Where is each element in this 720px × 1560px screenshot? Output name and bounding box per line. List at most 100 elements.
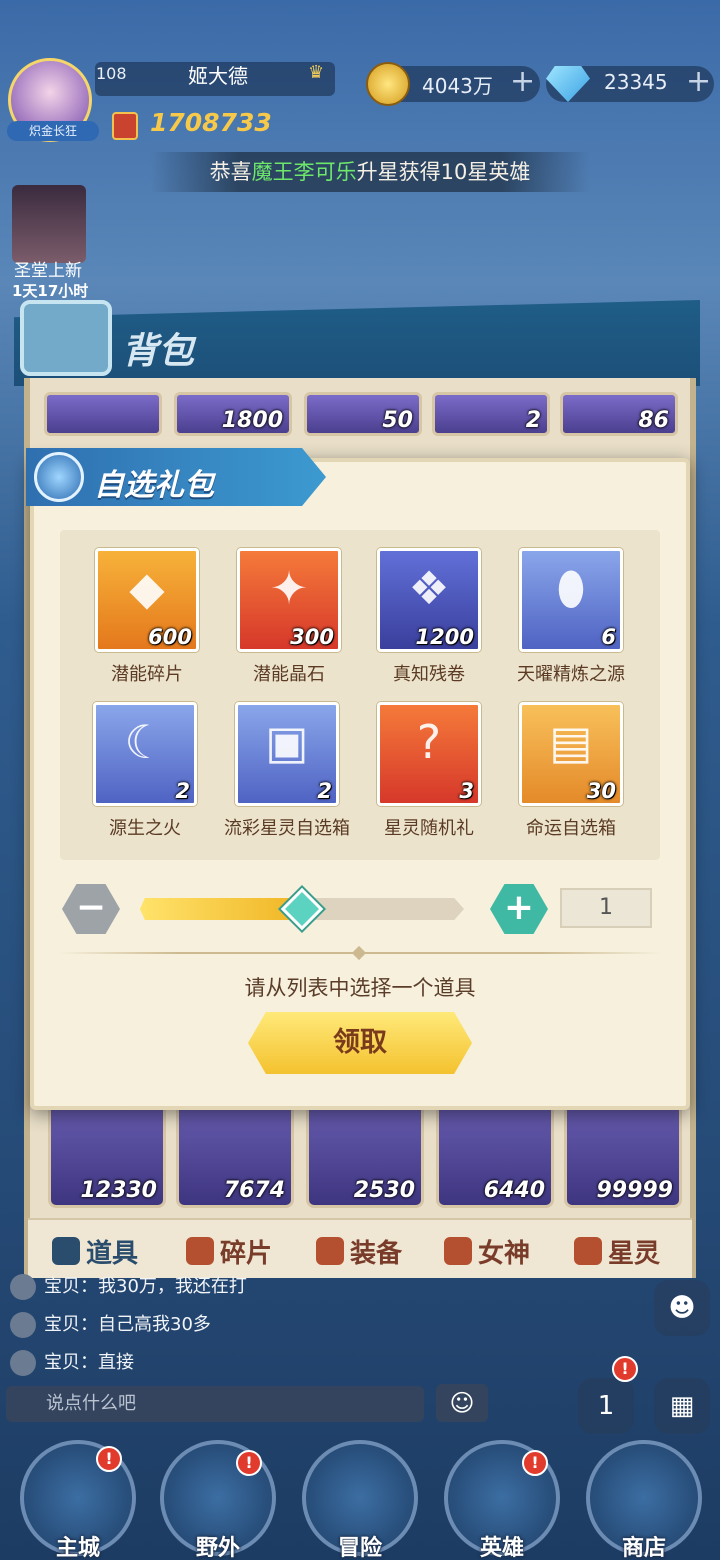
backpack-item[interactable]: 86 xyxy=(560,392,678,436)
friends-button[interactable]: ☻ xyxy=(654,1280,710,1336)
gift-option[interactable]: ▣ 2 流彩星灵自选箱 xyxy=(222,702,352,852)
tab-label: 碎片 xyxy=(220,1238,273,1269)
player-level: 108 xyxy=(96,64,127,83)
backpack-item[interactable]: 50 xyxy=(304,392,422,436)
backpack-item[interactable] xyxy=(44,392,162,436)
gold-amount: 4043万 xyxy=(422,74,493,98)
feather-icon xyxy=(34,452,84,502)
chat-text: 宝贝：我30万，我还在打 xyxy=(44,1276,247,1297)
quantity-field[interactable]: 1 xyxy=(560,888,652,928)
backpack-item[interactable]: 2 xyxy=(432,392,550,436)
nav-wild-label: 野外 xyxy=(195,1536,240,1560)
chat-line: 宝贝：自己高我30多 xyxy=(10,1310,211,1338)
item-count: 2 xyxy=(525,408,541,433)
nav-adventure-label: 冒险 xyxy=(337,1536,382,1560)
claim-button[interactable]: 领取 xyxy=(248,1012,472,1074)
gift-option[interactable]: ❖ 1200 真知残卷 xyxy=(364,548,494,698)
goddess-icon xyxy=(444,1237,472,1265)
nav-hero-badge: ! xyxy=(522,1450,548,1476)
backpack-shortcut-button[interactable]: ▦ xyxy=(654,1378,710,1434)
backpack-header xyxy=(14,300,700,386)
item-name: 潜能晶石 xyxy=(253,664,325,685)
ticker-prefix: 恭喜 xyxy=(209,160,252,184)
props-icon xyxy=(52,1237,80,1265)
backpack-item[interactable]: 99999 xyxy=(564,1094,682,1208)
backpack-item[interactable]: 6440 xyxy=(436,1094,554,1208)
item-name: 星灵随机礼 xyxy=(384,818,474,839)
item-glyph: ⬮ xyxy=(556,561,586,615)
backpack-item[interactable]: 7674 xyxy=(176,1094,294,1208)
nav-shop-label: 商店 xyxy=(621,1536,666,1560)
backpack-tab-bar: 道具 碎片 装备 女神 星灵 xyxy=(28,1218,692,1278)
fragment-icon xyxy=(186,1237,214,1265)
backpack-item[interactable]: 2530 xyxy=(306,1094,424,1208)
ranking-notice-badge: ! xyxy=(612,1356,638,1382)
ranking-button[interactable]: 1 xyxy=(578,1378,634,1434)
item-selection-grid: ◆ 600 潜能碎片 ✦ 300 潜能晶石 ❖ 1200 真知残卷 ⬮ 6 天曜精炼之源… xyxy=(60,530,660,860)
item-count: 86 xyxy=(638,408,669,433)
chat-avatar xyxy=(10,1274,36,1300)
item-name: 天曜精炼之源 xyxy=(517,664,625,685)
item-glyph: ◆ xyxy=(129,561,165,615)
chat-avatar xyxy=(10,1312,36,1338)
diamond-amount: 23345 xyxy=(604,70,668,94)
item-count: 99999 xyxy=(596,1178,673,1203)
tab-props[interactable]: 道具 xyxy=(52,1226,138,1276)
tab-goddess[interactable]: 女神 xyxy=(444,1226,530,1276)
item-count: 1200 xyxy=(415,625,474,649)
backpack-row-top: 1800 50 2 86 xyxy=(40,392,680,438)
nav-main-city-badge: ! xyxy=(96,1446,122,1472)
star-spirit-icon xyxy=(574,1237,602,1265)
origin-fire-icon: ☾ 2 xyxy=(93,702,197,806)
tab-label: 星灵 xyxy=(608,1238,661,1269)
chat-input[interactable]: 说点什么吧 xyxy=(6,1386,424,1422)
item-glyph: ❖ xyxy=(408,561,450,615)
add-gold-button[interactable]: + xyxy=(510,64,535,99)
chat-avatar xyxy=(10,1350,36,1376)
backpack-item[interactable]: 12330 xyxy=(48,1094,166,1208)
gift-option[interactable]: ◆ 600 潜能碎片 xyxy=(82,548,212,698)
item-name: 流彩星灵自选箱 xyxy=(224,818,350,839)
item-glyph: ☾ xyxy=(124,715,166,769)
chat-text: 宝贝：直接 xyxy=(44,1352,134,1373)
item-name: 源生之火 xyxy=(109,818,181,839)
nav-hero-label: 英雄 xyxy=(479,1536,524,1560)
chat-line: 宝贝：我30万，我还在打 xyxy=(10,1272,247,1300)
combat-power: 1708733 xyxy=(150,108,272,137)
item-count: 2 xyxy=(317,779,332,803)
item-count: 2 xyxy=(175,779,190,803)
announcement-ticker: 恭喜魔王李可乐升星获得10星英雄 xyxy=(150,152,590,192)
gift-option[interactable]: ? 3 星灵随机礼 xyxy=(364,702,494,852)
item-count: 6440 xyxy=(483,1178,545,1203)
backpack-item[interactable]: 1800 xyxy=(174,392,292,436)
gold-coin-icon xyxy=(366,62,410,106)
item-count: 12330 xyxy=(80,1178,157,1203)
scroll-icon: ❖ 1200 xyxy=(377,548,481,652)
add-diamond-button[interactable]: + xyxy=(686,64,711,99)
tab-label: 女神 xyxy=(478,1238,531,1269)
nav-wild-badge: ! xyxy=(236,1450,262,1476)
equipment-icon xyxy=(316,1237,344,1265)
tab-fragments[interactable]: 碎片 xyxy=(186,1226,272,1276)
item-count: 3 xyxy=(459,779,474,803)
refine-source-icon: ⬮ 6 xyxy=(519,548,623,652)
ticker-suffix: 升星获得10星英雄 xyxy=(356,160,531,184)
gift-option[interactable]: ✦ 300 潜能晶石 xyxy=(224,548,354,698)
selection-hint: 请从列表中选择一个道具 xyxy=(244,976,476,1000)
item-glyph: ▣ xyxy=(265,715,309,769)
player-avatar[interactable]: 炽金长狂 xyxy=(7,58,99,142)
ticker-player: 魔王李可乐 xyxy=(251,160,357,184)
backpack-row-bottom: 12330 7674 2530 6440 99999 xyxy=(40,1094,682,1214)
item-count: 6 xyxy=(601,625,616,649)
event-portrait[interactable] xyxy=(12,185,86,263)
gift-option[interactable]: ⬮ 6 天曜精炼之源 xyxy=(506,548,636,698)
avatar-title-badge: 炽金长狂 xyxy=(7,121,99,141)
backpack-shortcut-icon: ▦ xyxy=(669,1391,695,1421)
power-shield-icon xyxy=(112,112,138,140)
tab-equipment[interactable]: 装备 xyxy=(316,1226,402,1276)
gift-option[interactable]: ☾ 2 源生之火 xyxy=(80,702,210,852)
tab-star-spirit[interactable]: 星灵 xyxy=(574,1226,660,1276)
item-name: 潜能碎片 xyxy=(111,664,183,685)
emoji-button[interactable]: ☺ xyxy=(436,1384,488,1422)
gift-option[interactable]: ▤ 30 命运自选箱 xyxy=(506,702,636,852)
